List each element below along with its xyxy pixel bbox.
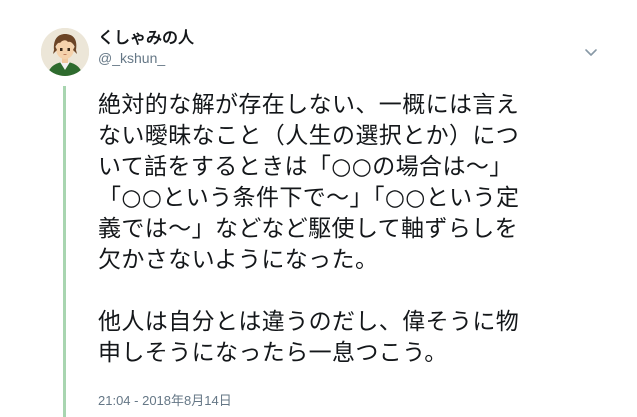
tweet-menu-button[interactable] <box>583 44 599 56</box>
tweet-line: 他人は自分とは違うのだし、偉そうに物 <box>98 309 520 335</box>
tweet-line: 義では〜」などなど駆使して軸ずらしを <box>98 216 519 242</box>
tweet-timestamp[interactable]: 21:04 - 2018年8月14日 <box>98 393 232 409</box>
tweet-line: 欠かさないようになった。 <box>98 247 379 273</box>
author-handle[interactable]: @_kshun_ <box>98 49 194 67</box>
chevron-down-icon <box>585 49 597 56</box>
tweet-paragraph-2: 他人は自分とは違うのだし、偉そうに物 申しそうになったら一息つこう。 <box>98 307 626 369</box>
avatar[interactable] <box>41 28 89 76</box>
tweet-line: 絶対的な解が存在しない、一概には言え <box>98 92 520 118</box>
tweet-line: いて話をするときは「○○の場合は〜」 <box>98 154 513 180</box>
tweet-line: 「○○という条件下で〜」「○○という定 <box>98 185 520 211</box>
author-display-name[interactable]: くしゃみの人 <box>98 28 194 48</box>
tweet-line: 申しそうになったら一息つこう。 <box>98 340 448 366</box>
tweet-line: ない曖昧なこと（人生の選択とか）につ <box>98 123 520 149</box>
thread-connector-line <box>63 86 66 417</box>
tweet-author[interactable]: くしゃみの人 @_kshun_ <box>98 28 194 67</box>
tweet-text: 絶対的な解が存在しない、一概には言え ない曖昧なこと（人生の選択とか）につ いて… <box>98 90 626 369</box>
tweet-paragraph-1: 絶対的な解が存在しない、一概には言え ない曖昧なこと（人生の選択とか）につ いて… <box>98 90 626 276</box>
anime-character-avatar-icon <box>41 28 89 76</box>
